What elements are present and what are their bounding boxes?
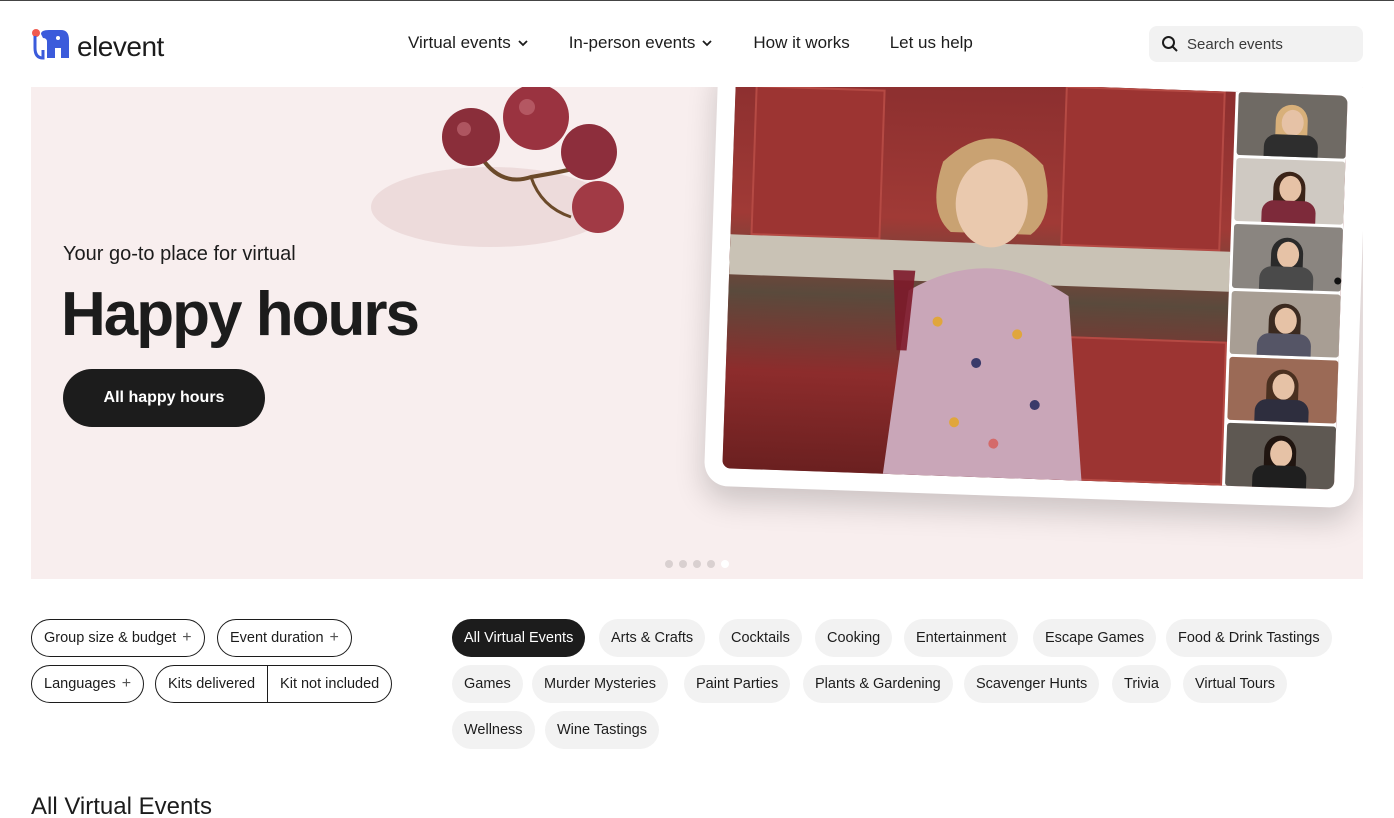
category-virtual-tours[interactable]: Virtual Tours	[1183, 665, 1288, 703]
group-size-budget-filter[interactable]: Group size & budget +	[31, 619, 205, 657]
category-murder-mysteries[interactable]: Murder Mysteries	[532, 665, 668, 703]
nav-label: Virtual events	[408, 33, 511, 52]
nav-let-us-help[interactable]: Let us help	[890, 33, 973, 53]
search-icon	[1162, 36, 1178, 52]
brand-name: elevent	[77, 31, 164, 62]
category-wine-tastings[interactable]: Wine Tastings	[545, 711, 659, 749]
category-entertainment[interactable]: Entertainment	[904, 619, 1019, 657]
category-games[interactable]: Games	[452, 665, 523, 703]
carousel-dot[interactable]	[665, 560, 673, 568]
kits-delivered-option[interactable]: Kits delivered	[156, 666, 267, 702]
nav-label: In-person events	[568, 33, 696, 52]
category-trivia[interactable]: Trivia	[1112, 665, 1171, 703]
category-scavenger-hunts[interactable]: Scavenger Hunts	[964, 665, 1100, 703]
carousel-dot-active[interactable]	[721, 560, 729, 568]
event-duration-filter[interactable]: Event duration +	[217, 619, 352, 657]
chevron-down-icon	[702, 40, 712, 47]
kits-toggle: Kits delivered Kit not included	[155, 665, 393, 703]
carousel-dot[interactable]	[693, 560, 701, 568]
category-plants-gardening[interactable]: Plants & Gardening	[803, 665, 953, 703]
kit-not-included-option[interactable]: Kit not included	[267, 666, 391, 702]
category-arts-crafts[interactable]: Arts & Crafts	[599, 619, 706, 657]
main-video-feed	[722, 87, 1236, 487]
elevent-logo[interactable]: elevent	[31, 27, 164, 63]
main-nav: Virtual events In-person events How it w…	[408, 33, 973, 53]
category-wellness[interactable]: Wellness	[452, 711, 535, 749]
nav-label: How it works	[753, 33, 850, 52]
plus-icon: +	[182, 629, 192, 646]
hero-subtitle: Your go-to place for virtual	[63, 243, 296, 265]
plus-icon: +	[329, 629, 339, 646]
filter-label: Group size & budget	[44, 630, 177, 646]
category-all-virtual-events[interactable]: All Virtual Events	[452, 619, 586, 657]
nav-virtual-events[interactable]: Virtual events	[408, 33, 529, 53]
chevron-down-icon	[518, 40, 528, 47]
elephant-logo-icon	[32, 29, 69, 60]
site-header: elevent Virtual events In-person events …	[0, 1, 1394, 87]
category-cocktails[interactable]: Cocktails	[719, 619, 802, 657]
video-call-screen	[722, 87, 1348, 490]
filter-label: Event duration	[230, 630, 324, 646]
participant-thumbnails	[1222, 91, 1348, 490]
host-person-figure	[882, 138, 1082, 487]
carousel-indicators	[665, 560, 729, 568]
participant-tile	[1231, 224, 1344, 292]
all-happy-hours-button[interactable]: All happy hours	[63, 369, 265, 427]
carousel-dot[interactable]	[679, 560, 687, 568]
plus-icon: +	[121, 675, 132, 692]
tablet-video-call-image	[703, 87, 1363, 509]
nav-label: Let us help	[889, 33, 973, 52]
category-cooking[interactable]: Cooking	[815, 619, 893, 657]
category-escape-games[interactable]: Escape Games	[1033, 619, 1157, 657]
carousel-dot[interactable]	[707, 560, 715, 568]
languages-filter[interactable]: Languages +	[31, 665, 145, 703]
category-paint-parties[interactable]: Paint Parties	[684, 665, 791, 703]
participant-tile	[1225, 422, 1337, 490]
section-title: All Virtual Events	[31, 793, 212, 818]
participant-tile	[1236, 91, 1348, 159]
hero-title: Happy hours	[61, 280, 420, 349]
participant-tile	[1234, 158, 1346, 226]
participant-tile	[1229, 290, 1341, 358]
hero-banner: Your go-to place for virtual Happy hours…	[31, 87, 1363, 579]
search-box[interactable]	[1149, 26, 1363, 62]
participant-tile	[1227, 356, 1339, 424]
grapes-illustration	[371, 87, 624, 247]
nav-in-person-events[interactable]: In-person events	[569, 33, 714, 53]
filter-label: Languages	[44, 676, 116, 692]
nav-how-it-works[interactable]: How it works	[753, 33, 849, 53]
search-input[interactable]	[1187, 35, 1347, 53]
category-food-drink-tastings[interactable]: Food & Drink Tastings	[1166, 619, 1332, 657]
